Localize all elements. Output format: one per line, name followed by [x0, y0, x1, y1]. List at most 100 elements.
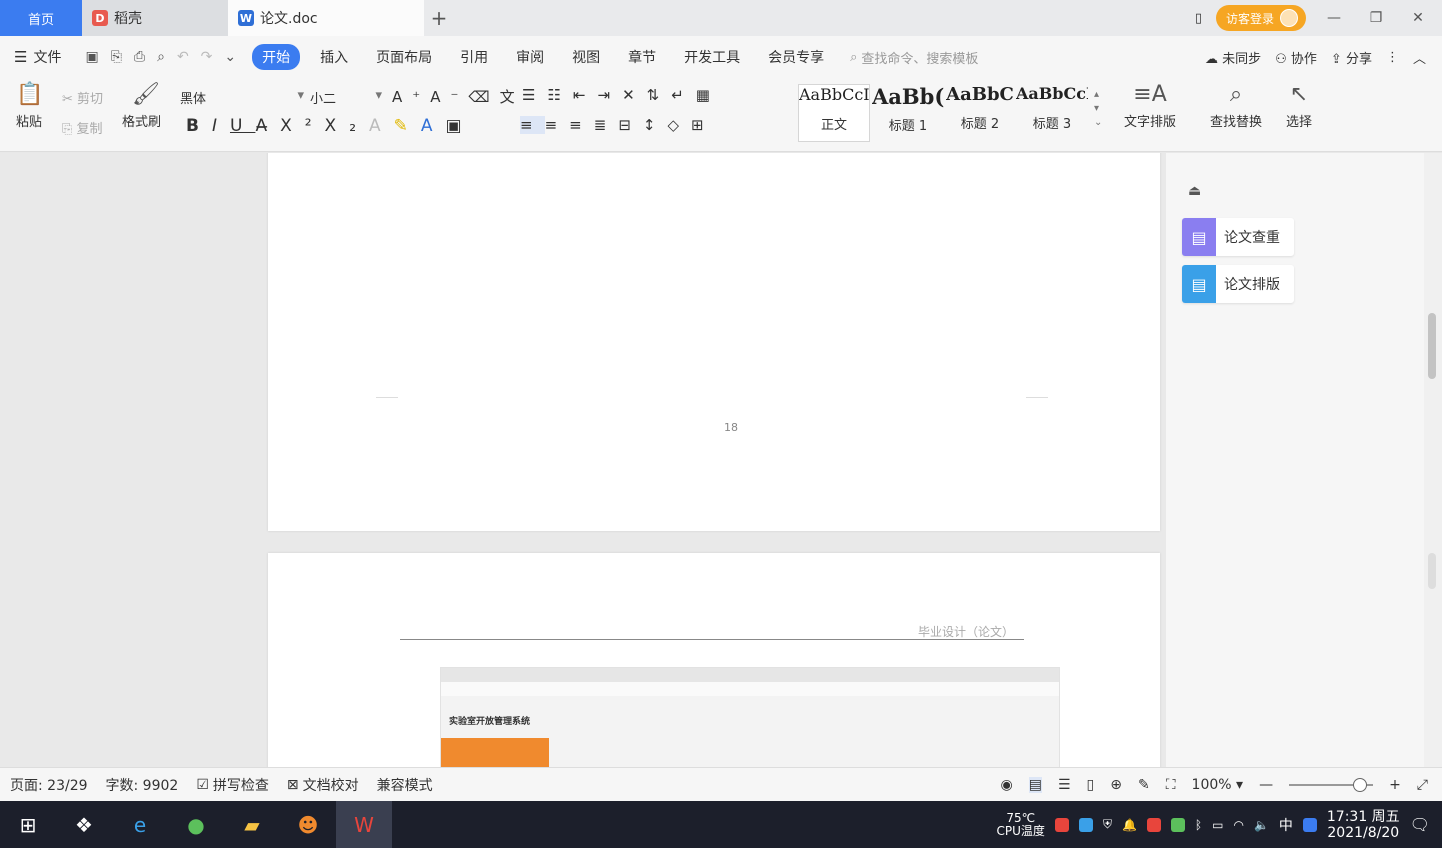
align-center-icon[interactable]: ≡	[545, 116, 570, 134]
justify-icon[interactable]: ≣	[594, 116, 619, 134]
notification-icon[interactable]: 🗨	[1410, 815, 1430, 834]
save-icon[interactable]: ▣	[85, 49, 98, 65]
bluetooth-icon[interactable]: ᛒ	[1195, 818, 1202, 832]
chinese-layout-icon[interactable]: ✕	[622, 86, 647, 104]
shading-icon[interactable]: ◇	[667, 116, 691, 134]
tray-app-icon[interactable]	[1170, 817, 1185, 832]
login-button[interactable]: 访客登录	[1215, 5, 1306, 31]
bullet-list-icon[interactable]: ☰	[522, 86, 547, 104]
shield-icon[interactable]: ⛨	[1103, 817, 1112, 832]
document-page[interactable]: 18	[268, 153, 1160, 531]
tab-page-layout[interactable]: 页面布局	[362, 47, 446, 67]
select-button[interactable]: ↖ 选择	[1286, 82, 1312, 130]
zoom-select[interactable]: 100% ▾	[1192, 777, 1244, 793]
style-normal[interactable]: AaBbCcI 正文	[798, 84, 870, 142]
close-button[interactable]: ✕	[1404, 10, 1432, 26]
word-count[interactable]: 字数: 9902	[106, 775, 179, 795]
align-right-icon[interactable]: ≡	[569, 116, 594, 134]
phonetic-icon[interactable]: 文	[500, 88, 525, 106]
style-heading-3[interactable]: AaBbCcI 标题 3	[1016, 84, 1088, 142]
char-border-icon[interactable]: ▣	[446, 116, 475, 136]
collab-button[interactable]: ⚇ 协作	[1275, 48, 1317, 67]
ime-indicator[interactable]: 中	[1279, 815, 1293, 835]
text-layout-button[interactable]: ≡A 文字排版	[1124, 82, 1176, 130]
increase-indent-icon[interactable]: ⇥	[597, 86, 622, 104]
eye-protect-icon[interactable]: ◉	[1001, 777, 1013, 793]
font-name-select[interactable]: 黑体 ▾	[180, 88, 304, 107]
battery-icon[interactable]: ▭	[1212, 818, 1223, 832]
reading-mode-icon[interactable]: ▯	[1195, 11, 1202, 26]
distribute-icon[interactable]: ⊟	[618, 116, 643, 134]
find-replace-button[interactable]: ⌕ 查找替换	[1210, 82, 1262, 130]
redo-icon[interactable]: ↷	[201, 49, 213, 65]
outline-view-icon[interactable]: ☰	[1058, 777, 1071, 793]
tab-daoke[interactable]: D 稻壳	[82, 0, 228, 36]
zoom-out-button[interactable]: —	[1259, 777, 1273, 793]
format-painter-button[interactable]: 🖌 格式刷	[122, 82, 161, 130]
line-spacing-icon[interactable]: ↕	[643, 116, 668, 134]
tab-start[interactable]: 开始	[252, 44, 301, 70]
subscript-icon[interactable]: X₂	[325, 116, 369, 136]
clear-format-icon[interactable]: ⌫	[468, 88, 499, 106]
new-tab-button[interactable]: +	[424, 0, 454, 36]
tab-view[interactable]: 视图	[558, 47, 614, 67]
restore-button[interactable]: ❐	[1362, 10, 1390, 26]
page-indicator[interactable]: 页面: 23/29	[10, 775, 88, 795]
document-page[interactable]: 毕业设计（论文） 实验室开放管理系统	[268, 553, 1160, 767]
more-icon[interactable]: ⋮	[1386, 50, 1399, 65]
zoom-slider-knob[interactable]	[1352, 777, 1367, 792]
proofread-button[interactable]: ⊠ 文档校对	[287, 775, 359, 795]
cpu-temp[interactable]: 75℃ CPU温度	[997, 811, 1045, 838]
superscript-icon[interactable]: X²	[280, 116, 324, 136]
print-preview-icon[interactable]: ⌕	[157, 49, 165, 65]
search-tray-icon[interactable]	[1302, 817, 1317, 832]
sort-icon[interactable]: ⇅	[647, 86, 672, 104]
styles-scroll[interactable]: ▴ ▾ ⌄	[1094, 88, 1102, 130]
share-button[interactable]: ⇪ 分享	[1331, 48, 1372, 67]
show-marks-icon[interactable]: ↵	[671, 86, 696, 104]
borders-icon[interactable]: ⊞	[691, 116, 716, 134]
page-view-icon[interactable]: ▤	[1028, 776, 1042, 793]
write-view-icon[interactable]: ✎	[1138, 777, 1150, 793]
tray-app-icon[interactable]	[1078, 817, 1093, 832]
sync-button[interactable]: ☁ 未同步	[1205, 48, 1261, 67]
fit-page-icon[interactable]: ⛶	[1166, 777, 1176, 793]
undo-icon[interactable]: ↶	[177, 49, 189, 65]
tab-member[interactable]: 会员专享	[754, 47, 838, 67]
tab-review[interactable]: 审阅	[502, 47, 558, 67]
text-effect-icon[interactable]: A	[369, 116, 394, 136]
menu-file[interactable]: 文件	[27, 47, 75, 67]
taskbar-app-game[interactable]: ☻	[280, 801, 336, 848]
italic-icon[interactable]: I	[212, 116, 230, 136]
cut-button[interactable]: ✂ 剪切	[62, 88, 103, 107]
taskbar-app-ie[interactable]: e	[112, 801, 168, 848]
underline-icon[interactable]: U	[230, 116, 255, 136]
taskbar-app-explorer[interactable]: ▰	[224, 801, 280, 848]
table-icon[interactable]: ▦	[696, 86, 722, 104]
minimize-button[interactable]: —	[1320, 10, 1348, 26]
export-icon[interactable]: ⎘	[111, 49, 122, 65]
align-left-icon[interactable]: ≡	[520, 116, 545, 134]
bell-icon[interactable]: 🔔	[1122, 818, 1137, 832]
taskbar-app-360[interactable]: ❖	[56, 801, 112, 848]
collapse-ribbon-icon[interactable]: ︿	[1413, 48, 1426, 67]
highlight-icon[interactable]: ✎	[394, 116, 421, 136]
fullscreen-icon[interactable]: ⤢	[1417, 777, 1428, 793]
tab-home[interactable]: 首页	[0, 0, 82, 36]
copy-button[interactable]: ⎘ 复制	[62, 118, 103, 137]
hamburger-icon[interactable]: ☰	[14, 48, 27, 66]
tab-insert[interactable]: 插入	[306, 47, 362, 67]
paste-button[interactable]: 📋 粘贴	[16, 82, 43, 130]
start-button[interactable]: ⊞	[0, 801, 56, 848]
print-icon[interactable]: ⎙	[134, 49, 145, 65]
collapse-panel-icon[interactable]: ⏏	[1188, 183, 1201, 199]
wifi-icon[interactable]: ◠	[1233, 818, 1243, 832]
vertical-scrollbar[interactable]	[1424, 153, 1442, 767]
tab-chapter[interactable]: 章节	[614, 47, 670, 67]
taskbar-app-browser[interactable]: ●	[168, 801, 224, 848]
command-search[interactable]: ⌕ 查找命令、搜索模板	[850, 48, 978, 67]
shrink-font-icon[interactable]: A⁻	[430, 88, 468, 106]
read-view-icon[interactable]: ▯	[1087, 777, 1095, 793]
tray-app-icon[interactable]	[1054, 817, 1069, 832]
web-view-icon[interactable]: ⊕	[1110, 777, 1122, 793]
